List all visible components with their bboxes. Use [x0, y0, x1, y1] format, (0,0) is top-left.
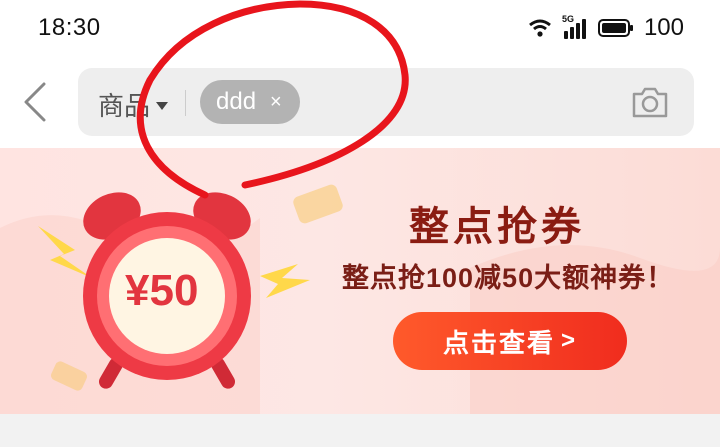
view-button-label: 点击查看 — [442, 327, 555, 358]
chevron-right-icon: > — [561, 327, 578, 354]
view-button[interactable]: 点击查看 > — [393, 312, 627, 370]
banner-title: 整点抢券 — [409, 205, 585, 249]
category-dropdown[interactable]: 商品 — [98, 86, 169, 123]
chip-close-icon[interactable]: × — [270, 91, 282, 114]
bottom-strip — [0, 414, 720, 447]
signal-icon: 5G — [561, 14, 588, 39]
banner-subtitle: 整点抢100减50大额神券！ — [342, 263, 675, 293]
status-time: 18:30 — [38, 14, 101, 41]
camera-icon[interactable] — [630, 82, 670, 122]
category-label: 商品 — [98, 91, 151, 121]
search-chip[interactable]: ddd × — [200, 80, 300, 124]
promo-banner[interactable]: ¥50 整点抢券 整点抢100减50大额神券！ 点击查看 > — [0, 148, 720, 414]
chip-text: ddd — [216, 88, 257, 115]
wifi-icon — [529, 19, 551, 37]
battery-level: 100 — [643, 14, 684, 41]
status-icons: 5G 100 — [528, 14, 684, 42]
network-label: 5G — [561, 14, 574, 24]
status-bar: 18:30 5G 100 — [0, 0, 720, 62]
search-bar[interactable]: 商品 ddd × — [78, 68, 694, 136]
coupon-amount: ¥50 — [125, 266, 199, 315]
search-divider — [185, 90, 186, 116]
dropdown-icon — [156, 101, 169, 110]
back-chevron-icon[interactable] — [20, 82, 52, 122]
battery-icon — [597, 19, 633, 37]
